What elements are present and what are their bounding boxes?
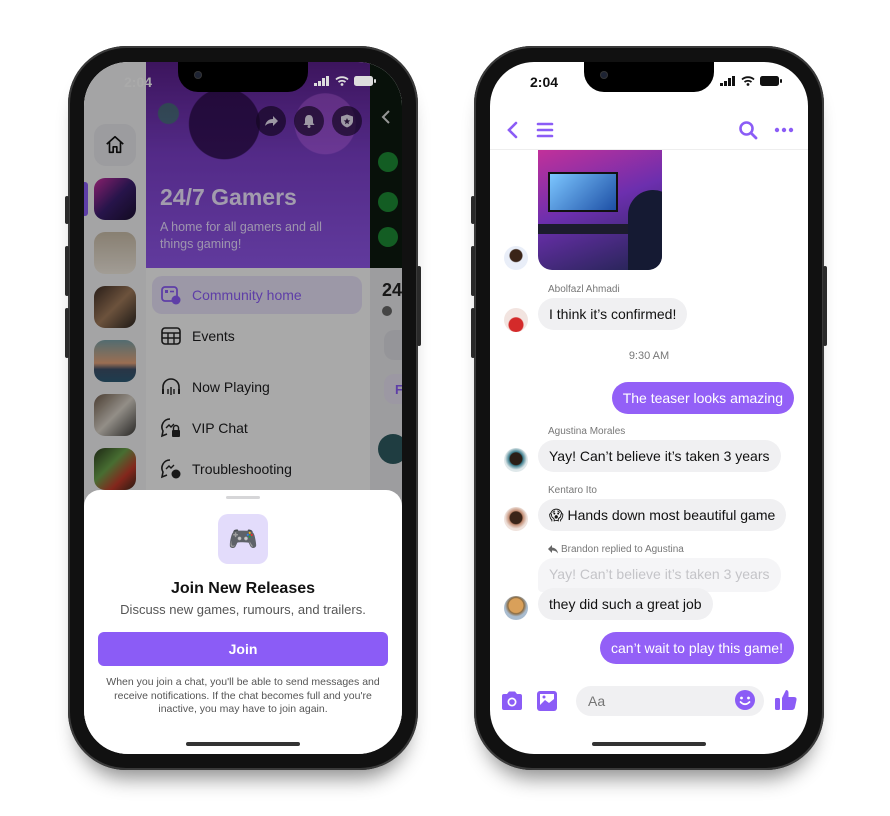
- volume-down-button: [471, 308, 475, 358]
- join-button[interactable]: Join: [98, 632, 388, 666]
- volume-up-button: [471, 246, 475, 296]
- camera: [600, 71, 608, 79]
- status-icons: [314, 76, 376, 86]
- power-button: [417, 266, 421, 346]
- volume-up-button: [65, 246, 69, 296]
- chat-header: [490, 116, 808, 150]
- smiley-icon: [735, 690, 755, 710]
- camera: [194, 71, 202, 79]
- sheet-grabber[interactable]: [226, 496, 260, 499]
- shared-image[interactable]: [538, 150, 662, 270]
- left-screen: 2:04 24/7 Gamers A home for all gamers a…: [84, 62, 402, 754]
- sheet-subtitle: Discuss new games, rumours, and trailers…: [120, 602, 366, 617]
- avatar[interactable]: [504, 507, 528, 531]
- message-composer: [490, 682, 808, 722]
- thumbs-up-icon: [775, 690, 797, 710]
- message-bubble[interactable]: I think it’s confirmed!: [538, 298, 688, 330]
- sender-name: Abolfazl Ahmadi: [548, 284, 620, 295]
- message-bubble-outgoing[interactable]: The teaser looks amazing: [611, 382, 794, 414]
- reply-label: Brandon replied to Agustina: [548, 544, 684, 555]
- power-button: [823, 266, 827, 346]
- wifi-icon: [335, 76, 349, 86]
- volume-down-button: [65, 308, 69, 358]
- home-indicator[interactable]: [186, 742, 300, 746]
- signal-icon: [720, 76, 735, 86]
- signal-icon: [314, 76, 329, 86]
- avatar[interactable]: [504, 448, 528, 472]
- camera-button[interactable]: [500, 690, 524, 712]
- avatar[interactable]: [504, 596, 528, 620]
- message-list: Abolfazl Ahmadi I think it’s confirmed! …: [490, 150, 808, 670]
- left-phone: 2:04 24/7 Gamers A home for all gamers a…: [65, 46, 421, 770]
- avatar[interactable]: [504, 308, 528, 332]
- sender-name: Kentaro Ito: [548, 485, 597, 496]
- message-bubble[interactable]: they did such a great job: [538, 588, 713, 620]
- join-chat-sheet: 🎮 Join New Releases Discuss new games, r…: [84, 490, 402, 754]
- reply-label-text: Brandon replied to Agustina: [561, 544, 684, 555]
- gallery-button[interactable]: [536, 690, 558, 712]
- reply-arrow-icon: [548, 545, 558, 554]
- sender-name: Agustina Morales: [548, 426, 626, 437]
- menu-icon[interactable]: [536, 120, 554, 140]
- notch: [584, 62, 714, 92]
- status-icons: [720, 76, 782, 86]
- message-bubble-outgoing[interactable]: can’t wait to play this game!: [600, 632, 794, 664]
- wifi-icon: [741, 76, 755, 86]
- right-screen: 2:04 Abolfazl Ahmadi I think it’s confir…: [490, 62, 808, 754]
- like-button[interactable]: [774, 688, 798, 712]
- avatar[interactable]: [504, 246, 528, 270]
- timestamp: 9:30 AM: [628, 350, 670, 362]
- image-detail: [628, 190, 662, 270]
- mute-switch: [471, 196, 475, 224]
- home-indicator[interactable]: [592, 742, 706, 746]
- message-bubble[interactable]: 😱 Hands down most beautiful game: [538, 499, 787, 531]
- quoted-message[interactable]: Yay! Can’t believe it’s taken 3 years: [538, 558, 781, 592]
- status-time: 2:04: [124, 74, 153, 90]
- emoji-button[interactable]: [734, 689, 756, 711]
- status-time: 2:04: [530, 74, 559, 90]
- sheet-title: Join New Releases: [170, 580, 316, 597]
- mute-switch: [65, 196, 69, 224]
- right-phone: 2:04 Abolfazl Ahmadi I think it’s confir…: [471, 46, 827, 770]
- battery-icon: [354, 76, 376, 86]
- camera-icon: [502, 691, 522, 710]
- sheet-note: When you join a chat, you'll be able to …: [106, 676, 380, 715]
- image-icon: [537, 691, 557, 711]
- more-options-icon[interactable]: [774, 120, 794, 140]
- battery-icon: [760, 76, 782, 86]
- game-controller-icon: 🎮: [218, 514, 268, 564]
- message-bubble[interactable]: Yay! Can’t believe it’s taken 3 years: [538, 440, 781, 472]
- image-detail: [548, 172, 618, 212]
- search-icon[interactable]: [738, 120, 758, 140]
- back-chevron-icon[interactable]: [504, 120, 522, 140]
- notch: [178, 62, 308, 92]
